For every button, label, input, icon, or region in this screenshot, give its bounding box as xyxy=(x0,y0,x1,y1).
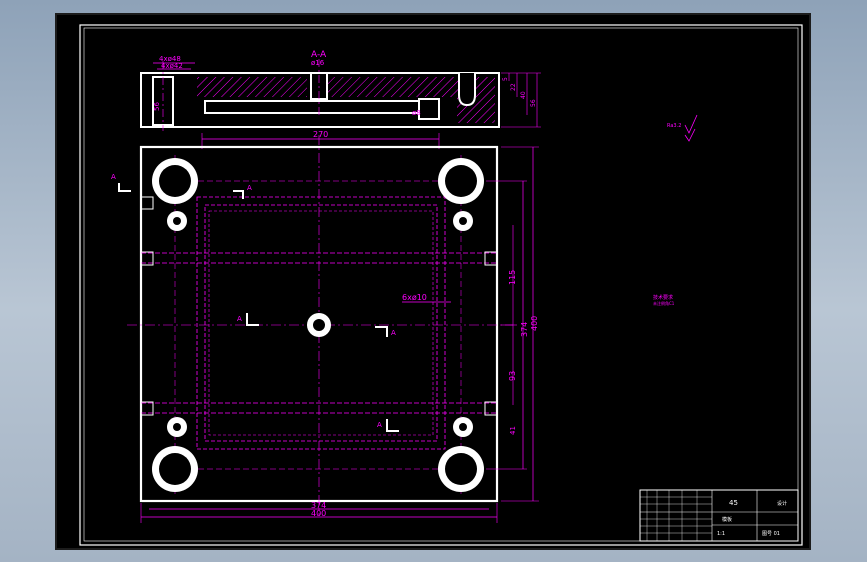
dim-center-dia: ø16 xyxy=(311,59,325,67)
svg-text:A: A xyxy=(111,173,116,181)
dim-right-outer: 400 xyxy=(530,316,539,331)
svg-text:未注倒角C1: 未注倒角C1 xyxy=(653,300,675,306)
roughness-note: Ra3.2 xyxy=(667,114,698,142)
part-name: 模板 xyxy=(722,516,732,523)
callout-6x-dia10: 6xø10 xyxy=(402,293,427,302)
section-channel xyxy=(204,100,420,114)
drawing-no: 图号 01 xyxy=(762,531,780,537)
svg-text:Ra3.2: Ra3.2 xyxy=(667,123,681,129)
dim-top-width: 270 xyxy=(313,130,328,139)
dim-vert-41: 41 xyxy=(509,426,517,435)
dim-vert-93: 93 xyxy=(508,371,517,381)
dim-vert-115: 115 xyxy=(508,270,517,285)
svg-text:A: A xyxy=(247,184,252,192)
section-pocket xyxy=(418,98,440,120)
section-hatch-left xyxy=(197,77,307,97)
scale: 1:1 xyxy=(717,531,725,537)
svg-text:A: A xyxy=(377,421,382,429)
technical-notes: 技术要求 未注倒角C1 xyxy=(653,294,675,306)
svg-text:A: A xyxy=(391,329,396,337)
dim-hole-small: 4xø42 xyxy=(161,62,183,70)
svg-text:A: A xyxy=(237,315,242,323)
dim-slot-dia: ø8 xyxy=(412,109,421,117)
drawing-canvas: 4xø48 4xø42 A-A ø16 ø8 56 5 22 40 56 270 xyxy=(55,13,811,550)
dim-bottom-outer: 400 xyxy=(311,509,326,518)
title-block: 45 设计 1:1 模板 图号 01 xyxy=(639,489,799,542)
designer: 设计 xyxy=(777,500,787,507)
dim-right-56: 56 xyxy=(530,99,537,107)
dim-right-40: 40 xyxy=(520,91,527,99)
dim-right-22: 22 xyxy=(510,83,517,91)
section-hatch-right xyxy=(327,77,457,97)
section-slot xyxy=(458,73,476,107)
section-view: 4xø48 4xø42 A-A ø16 ø8 56 5 22 40 56 xyxy=(140,50,541,131)
dim-overall-height: 56 xyxy=(153,102,161,111)
dim-right-inner: 374 xyxy=(520,322,529,337)
material: 45 xyxy=(729,499,738,507)
plan-view: 270 6xø10 A A A A A 374 400 400 374 115 … xyxy=(111,130,539,523)
svg-text:技术要求: 技术要求 xyxy=(653,294,673,301)
dim-right-5: 5 xyxy=(502,77,509,81)
